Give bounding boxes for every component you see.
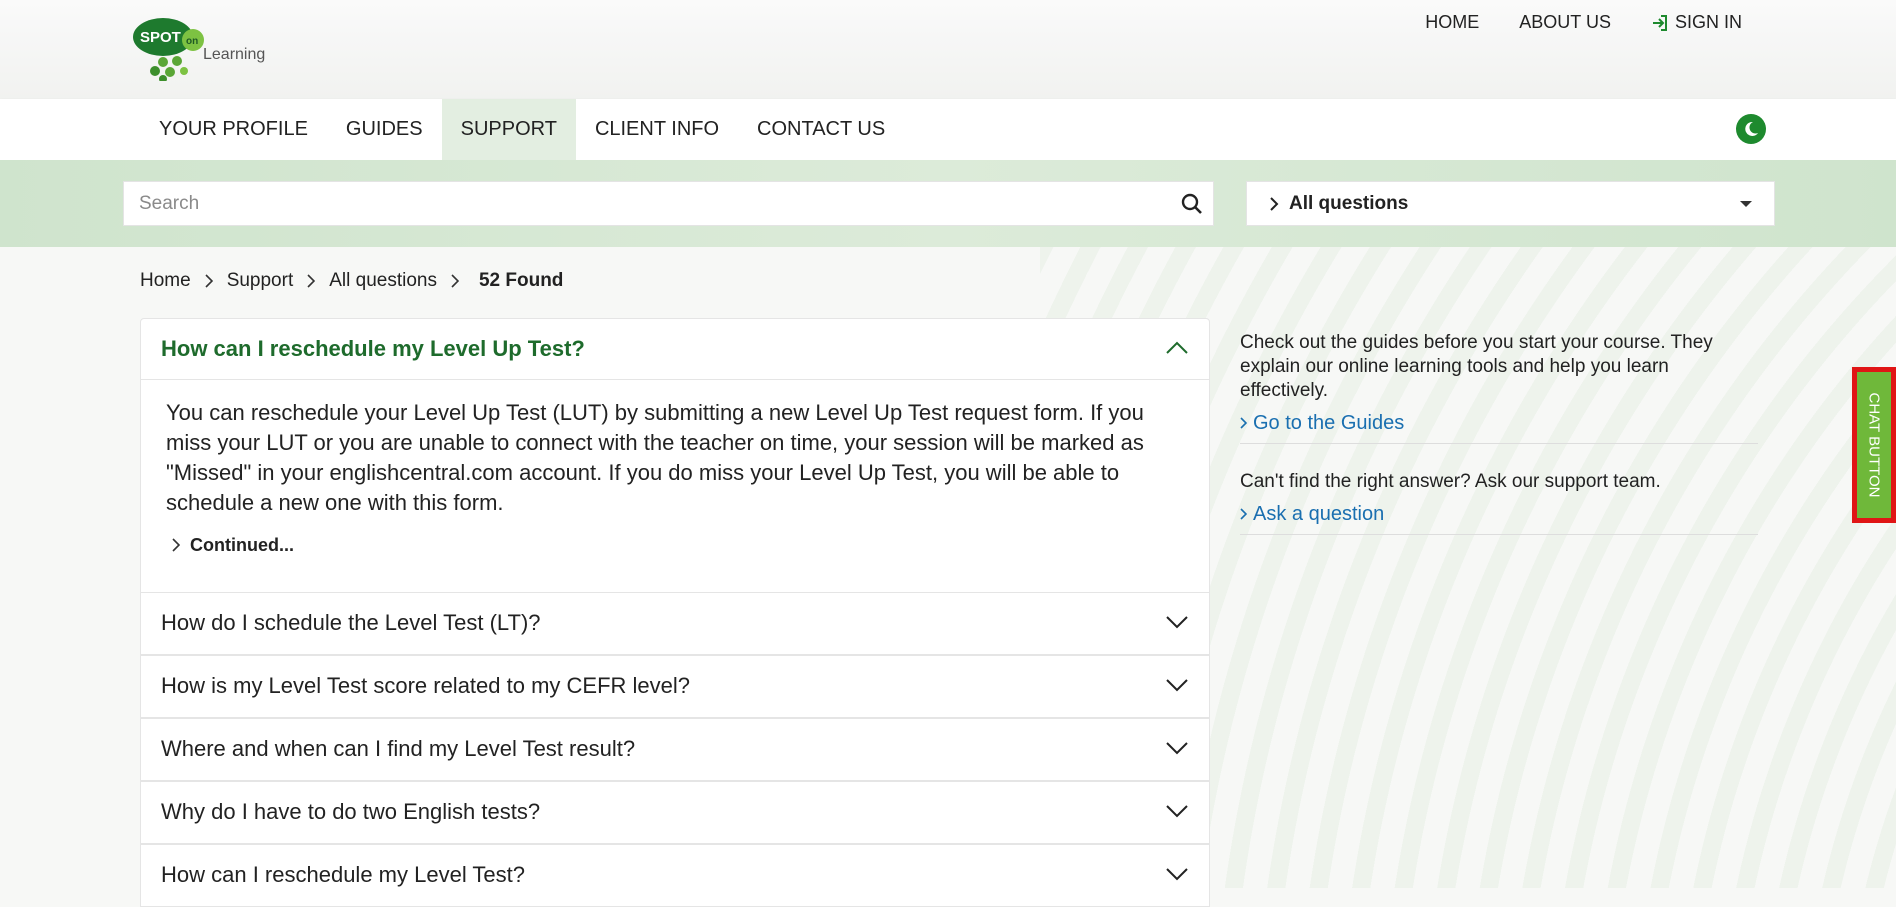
category-select-value: All questions — [1289, 192, 1409, 214]
top-link-sign-in[interactable]: SIGN IN — [1651, 12, 1742, 33]
faq-question[interactable]: How do I schedule the Level Test (LT)? — [141, 593, 1209, 652]
chevron-right-icon — [205, 274, 213, 288]
dark-mode-toggle[interactable] — [1736, 114, 1766, 144]
faq-answer-text: You can reschedule your Level Up Test (L… — [166, 400, 1144, 515]
faq-answer: You can reschedule your Level Up Test (L… — [141, 380, 1209, 592]
go-to-guides-link[interactable]: Go to the Guides — [1240, 411, 1758, 435]
sign-in-icon — [1652, 14, 1667, 31]
faq-question[interactable]: How can I reschedule my Level Up Test? — [141, 319, 1209, 380]
chevron-down-icon[interactable] — [1165, 867, 1189, 881]
logo-spot: SPOT — [140, 29, 181, 46]
category-select[interactable]: All questions — [1246, 181, 1775, 226]
chevron-right-icon — [1240, 417, 1247, 429]
help-sidebar: Check out the guides before you start yo… — [1240, 331, 1758, 535]
caret-down-icon — [1740, 201, 1752, 207]
chevron-up-icon[interactable] — [1165, 341, 1189, 355]
faq-item[interactable]: How do I schedule the Level Test (LT)? — [140, 592, 1210, 655]
chevron-right-icon — [307, 274, 316, 288]
nav-client-info[interactable]: CLIENT INFO — [576, 99, 738, 160]
continued-link[interactable]: Continued... — [172, 530, 1184, 580]
chevron-right-icon — [1270, 196, 1279, 211]
breadcrumb-home[interactable]: Home — [140, 270, 191, 292]
top-link-home[interactable]: HOME — [1425, 12, 1479, 33]
top-header: SPOT on Learning HOME ABOUT US SIGN IN — [0, 0, 1896, 99]
search-input[interactable] — [124, 182, 1184, 225]
chevron-right-icon — [1240, 508, 1247, 520]
faq-item-open: How can I reschedule my Level Up Test? Y… — [140, 318, 1210, 593]
faq-question[interactable]: Why do I have to do two English tests? — [141, 782, 1209, 841]
chevron-right-icon — [451, 274, 459, 288]
nav-your-profile[interactable]: YOUR PROFILE — [140, 99, 327, 160]
ask-question-link[interactable]: Ask a question — [1240, 502, 1758, 526]
chevron-down-icon[interactable] — [1165, 615, 1189, 629]
chevron-down-icon[interactable] — [1165, 741, 1189, 755]
site-logo[interactable]: SPOT on Learning — [133, 17, 273, 83]
logo-learning: Learning — [203, 46, 265, 63]
search-icon[interactable] — [1181, 193, 1203, 215]
faq-item[interactable]: Where and when can I find my Level Test … — [140, 718, 1210, 781]
faq-question[interactable]: How is my Level Test score related to my… — [141, 656, 1209, 715]
chevron-down-icon[interactable] — [1165, 804, 1189, 818]
faq-list: How can I reschedule my Level Up Test? Y… — [140, 318, 1210, 907]
breadcrumb-all-questions[interactable]: All questions — [329, 270, 437, 292]
logo-on: on — [186, 36, 198, 47]
chevron-down-icon[interactable] — [1165, 678, 1189, 692]
top-link-about[interactable]: ABOUT US — [1519, 12, 1611, 33]
support-text: Can't find the right answer? Ask our sup… — [1240, 471, 1661, 492]
faq-question[interactable]: Where and when can I find my Level Test … — [141, 719, 1209, 778]
nav-contact-us[interactable]: CONTACT US — [738, 99, 904, 160]
faq-item[interactable]: How is my Level Test score related to my… — [140, 655, 1210, 718]
results-count: 52 Found — [478, 270, 564, 291]
faq-item[interactable]: How can I reschedule my Level Test? — [140, 844, 1210, 907]
search-box — [123, 181, 1214, 226]
faq-question[interactable]: How can I reschedule my Level Test? — [141, 845, 1209, 904]
guides-text: Check out the guides before you start yo… — [1240, 332, 1713, 401]
faq-item[interactable]: Why do I have to do two English tests? — [140, 781, 1210, 844]
chat-button[interactable]: CHAT BUTTON — [1852, 367, 1896, 523]
breadcrumb: Home Support All questions 52 Found — [140, 270, 563, 292]
nav-guides[interactable]: GUIDES — [327, 99, 442, 160]
support-block: Can't find the right answer? Ask our sup… — [1240, 470, 1758, 535]
nav-support[interactable]: SUPPORT — [441, 99, 576, 160]
breadcrumb-support[interactable]: Support — [227, 270, 294, 292]
main-nav: YOUR PROFILE GUIDES SUPPORT CLIENT INFO … — [0, 99, 1896, 160]
moon-icon — [1745, 121, 1758, 136]
chevron-right-icon — [172, 538, 180, 552]
chat-button-label: CHAT BUTTON — [1865, 392, 1883, 498]
guides-block: Check out the guides before you start yo… — [1240, 331, 1758, 444]
